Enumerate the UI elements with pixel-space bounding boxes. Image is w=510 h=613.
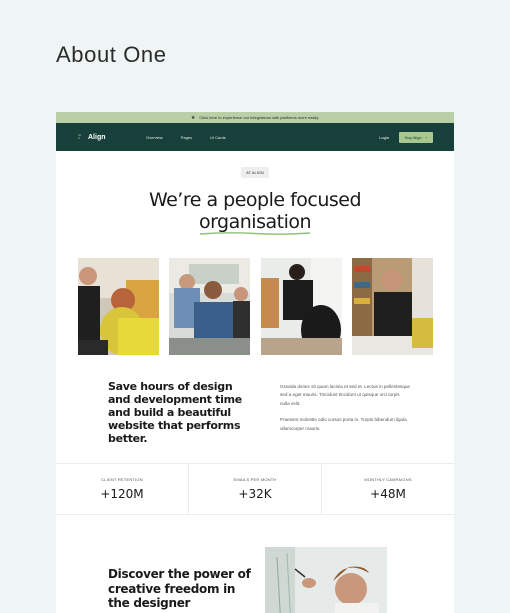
nav-link-ui-cards[interactable]: UI Cards [210,135,226,140]
navbar: ▪▪▪ ▪▪ Align Overview Pages UI Cards Logi… [56,123,454,151]
team-photos [78,258,433,355]
nav-actions: Login Buy Align › [379,131,433,143]
divider-bottom [56,514,454,515]
buy-align-button[interactable]: Buy Align › [398,131,433,143]
team-photo-4 [352,258,433,355]
star-icon: ★ [190,114,196,121]
hero-heading-line1: We’re a people focused [148,189,362,211]
logo-text: Align [88,133,106,141]
nav-link-pages[interactable]: Pages [181,135,192,140]
stat-emails-per-month: EMAILS PER MONTH +32K [188,464,321,514]
nav-link-overview[interactable]: Overview [146,135,163,140]
hero-heading-line2: organisation [198,211,312,235]
stat-value: +120M [100,487,144,501]
announcement-bar[interactable]: ★ Click here to experience our integrati… [56,112,454,123]
align-logo-mark-icon: ▪▪▪ ▪▪ [78,133,82,140]
chevron-right-icon: › [425,134,427,140]
stats-row: CLIENT RETENTION +120M EMAILS PER MONTH … [56,464,454,514]
section-pill: AT ALIGN [241,167,269,178]
stat-value: +48M [370,487,406,501]
hero-heading-word: organisation [198,211,312,233]
team-photo-3 [261,258,342,355]
intro-paragraph-1: Gravida donec sit quam lacinia et sed et… [280,384,410,406]
intro-body: Gravida donec sit quam lacinia et sed et… [280,383,410,433]
designer-photo [265,547,387,613]
stat-monthly-campaigns: MONTHLY CAMPAIGNS +48M [321,464,454,514]
underline-squiggle [200,232,310,235]
discover-headline: Discover the power of creative freedom i… [108,567,251,610]
page-title: About One [56,42,167,67]
hero-section: AT ALIGN We’re a people focused organisa… [56,151,454,235]
buy-label: Buy Align [404,134,422,140]
team-photo-1 [78,258,159,355]
stat-label: EMAILS PER MONTH [233,477,277,482]
stat-label: MONTHLY CAMPAIGNS [364,477,412,482]
intro-paragraph-2: Praesent molestie odio cursus porta in. … [280,417,407,431]
hero-heading: We’re a people focused organisation [56,189,454,235]
stat-label: CLIENT RETENTION [101,477,143,482]
login-link[interactable]: Login [379,135,389,140]
announcement-text: Click here to experience our integration… [199,115,320,120]
logo[interactable]: ▪▪▪ ▪▪ Align [78,134,106,141]
website-preview: ★ Click here to experience our integrati… [56,112,454,613]
nav-links: Overview Pages UI Cards [146,123,244,151]
stat-client-retention: CLIENT RETENTION +120M [56,464,188,514]
team-photo-2 [169,258,250,355]
intro-headline: Save hours of design and development tim… [108,380,242,445]
stat-value: +32K [238,487,272,501]
